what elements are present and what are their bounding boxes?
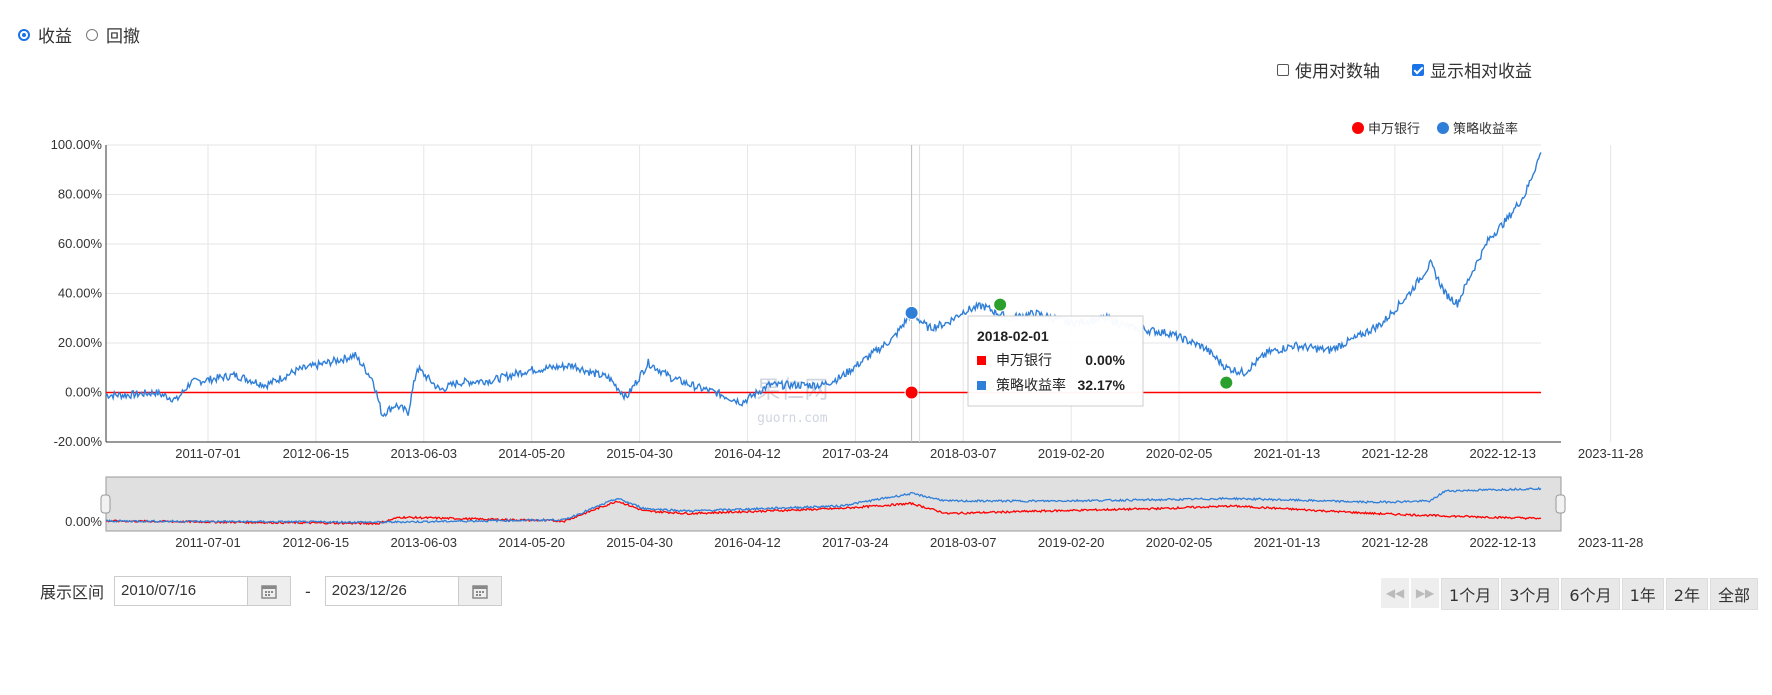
chart-tooltip: 2018-02-01 申万银行 0.00% 策略收益率 32.17% bbox=[967, 315, 1144, 407]
x-tick-label: 2022-12-13 bbox=[1469, 446, 1536, 461]
range-1m-button[interactable]: 1个月 bbox=[1441, 578, 1500, 610]
navigator-x-tick-label: 2012-06-15 bbox=[283, 535, 350, 550]
date-range-label: 展示区间 bbox=[40, 583, 105, 602]
navigator-y-tick-label: 0.00% bbox=[65, 514, 102, 529]
x-tick-label: 2015-04-30 bbox=[606, 446, 673, 461]
y-tick-label: 20.00% bbox=[58, 335, 103, 350]
legend-marker-icon bbox=[1352, 122, 1364, 134]
x-tick-label: 2014-05-20 bbox=[498, 446, 565, 461]
x-tick-label: 2016-04-12 bbox=[714, 446, 781, 461]
navigator-x-tick-label: 2016-04-12 bbox=[714, 535, 781, 550]
y-tick-label: 100.00% bbox=[51, 137, 103, 152]
y-tick-label: 0.00% bbox=[65, 385, 102, 400]
x-tick-label: 2021-12-28 bbox=[1362, 446, 1429, 461]
data-point-marker bbox=[1219, 375, 1234, 390]
watermark-text: 果仁网 bbox=[756, 375, 828, 403]
tooltip-series-name: 申万银行 bbox=[996, 353, 1052, 369]
y-tick-label: -20.00% bbox=[54, 434, 103, 449]
range-all-button[interactable]: 全部 bbox=[1709, 578, 1758, 610]
next-range-icon[interactable]: ▶▶ bbox=[1411, 578, 1440, 608]
chart-legend: 申万银行 策略收益率 bbox=[1352, 121, 1518, 137]
x-tick-label: 2019-02-20 bbox=[1038, 446, 1105, 461]
end-date-input[interactable]: 2023/12/26 bbox=[324, 576, 458, 606]
prev-range-icon[interactable]: ◀◀ bbox=[1381, 578, 1410, 608]
y-tick-label: 60.00% bbox=[58, 236, 103, 251]
range-6m-button[interactable]: 6个月 bbox=[1561, 578, 1620, 610]
start-date-input[interactable]: 2010/07/16 bbox=[114, 576, 248, 606]
y-tick-label: 80.00% bbox=[58, 187, 103, 202]
navigator-x-tick-label: 2020-02-05 bbox=[1146, 535, 1213, 550]
navigator-x-tick-label: 2023-11-28 bbox=[1578, 535, 1644, 550]
date-range-separator: - bbox=[305, 581, 311, 601]
navigator-x-tick-label: 2015-04-30 bbox=[606, 535, 673, 550]
x-tick-label: 2011-07-01 bbox=[175, 446, 241, 461]
end-calendar-icon[interactable] bbox=[457, 576, 502, 606]
navigator-left-handle[interactable] bbox=[100, 494, 111, 514]
navigator-x-tick-label: 2014-05-20 bbox=[498, 535, 565, 550]
tooltip-series-value: 32.17% bbox=[1078, 377, 1126, 393]
tooltip-series-icon bbox=[977, 356, 986, 365]
navigator-x-tick-label: 2021-12-28 bbox=[1362, 535, 1429, 550]
legend-label-strategy: 策略收益率 bbox=[1453, 121, 1518, 137]
legend-label-benchmark: 申万银行 bbox=[1368, 122, 1420, 137]
start-calendar-icon[interactable] bbox=[247, 576, 292, 606]
x-tick-label: 2020-02-05 bbox=[1146, 446, 1213, 461]
navigator-right-handle[interactable] bbox=[1555, 494, 1566, 514]
tooltip-series-icon bbox=[977, 381, 986, 390]
date-range-bar: 展示区间 2010/07/16 - 2023/12/26 bbox=[40, 576, 502, 606]
x-tick-label: 2013-06-03 bbox=[391, 446, 458, 461]
data-point-marker bbox=[904, 305, 919, 320]
x-tick-label: 2018-03-07 bbox=[930, 446, 997, 461]
tooltip-series-value: 0.00% bbox=[1085, 352, 1125, 368]
x-tick-label: 2021-01-13 bbox=[1254, 446, 1321, 461]
watermark-url: guorn.com bbox=[757, 411, 828, 426]
tooltip-date: 2018-02-01 bbox=[977, 328, 1049, 344]
navigator-x-tick-label: 2017-03-24 bbox=[822, 535, 889, 550]
x-tick-label: 2012-06-15 bbox=[283, 446, 350, 461]
y-tick-label: 40.00% bbox=[58, 286, 103, 301]
range-2y-button[interactable]: 2年 bbox=[1665, 578, 1708, 610]
x-tick-label: 2017-03-24 bbox=[822, 446, 889, 461]
navigator-x-tick-label: 2021-01-13 bbox=[1254, 535, 1321, 550]
range-3m-button[interactable]: 3个月 bbox=[1501, 578, 1560, 610]
range-1y-button[interactable]: 1年 bbox=[1621, 578, 1664, 610]
x-tick-label: 2023-11-28 bbox=[1578, 446, 1644, 461]
range-button-group: ◀◀ ▶▶ 1个月 3个月 6个月 1年 2年 全部 bbox=[1381, 578, 1758, 610]
data-point-marker bbox=[904, 385, 919, 400]
data-point-marker bbox=[993, 297, 1008, 312]
navigator-x-tick-label: 2011-07-01 bbox=[175, 535, 241, 550]
legend-marker-icon bbox=[1437, 122, 1449, 134]
navigator-x-tick-label: 2013-06-03 bbox=[391, 535, 458, 550]
navigator-x-tick-label: 2018-03-07 bbox=[930, 535, 997, 550]
navigator-x-tick-label: 2022-12-13 bbox=[1469, 535, 1536, 550]
tooltip-series-name: 策略收益率 bbox=[996, 377, 1066, 394]
navigator-x-tick-label: 2019-02-20 bbox=[1038, 535, 1105, 550]
